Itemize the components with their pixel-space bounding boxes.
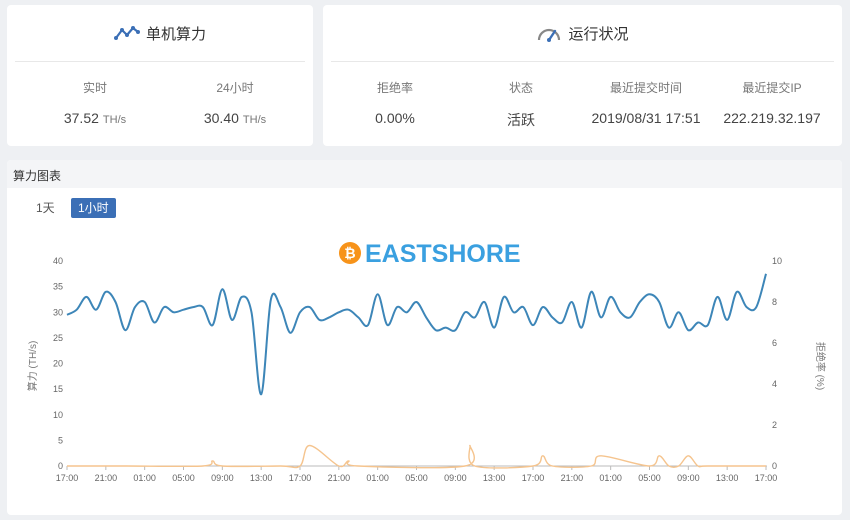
y-tick-label-right: 6 [772,338,777,348]
last-submit-ip-value: 222.219.32.197 [723,110,821,126]
worker-state-label: 状态 [508,81,533,95]
divider [331,61,834,62]
last-submit-time-value: 2019/08/31 17:51 [591,110,701,126]
hashrate-card-title: 单机算力 [145,25,206,43]
watermark: ₿ EASTSHORE [339,240,521,268]
x-tick-label: 09:00 [677,473,700,483]
reject-rate-label: 拒绝率 [376,81,413,95]
realtime-value: 37.52 [63,110,99,126]
24h-label: 24小时 [216,81,254,95]
x-tick-label: 01:00 [599,473,622,483]
last-submit-ip-label: 最近提交IP [742,81,802,95]
reject-rate-stat: 拒绝率 0.00% [345,79,445,126]
x-tick-label: 21:00 [561,473,584,483]
y-tick-label-right: 10 [772,256,782,266]
watermark-text: EASTSHORE [365,240,521,268]
x-tick-label: 13:00 [250,473,273,483]
reject-rate-value: 0.00% [375,110,415,126]
x-tick-label: 09:00 [211,473,234,483]
y-tick-label-left: 30 [53,307,63,317]
y-axis-label-left: 算力 (TH/s) [26,341,39,392]
x-tick-label: 13:00 [716,473,739,483]
worker-state-value: 活跃 [507,112,535,128]
x-tick-label: 01:00 [366,473,389,483]
x-tick-label: 13:00 [483,473,506,483]
x-tick-label: 17:00 [755,473,778,483]
hashrate-chart: ₿ EASTSHORE 算力 (TH/s) 拒绝率 (%) 0510152025… [26,240,827,483]
bitcoin-symbol: ₿ [344,245,355,261]
y-tick-label-right: 2 [772,420,777,430]
24h-unit: TH/s [242,114,267,126]
hashrate-card: 单机算力 实时 37.52 TH/s 24小时 30.40 TH/s [7,5,313,146]
x-tick-label: 21:00 [95,473,118,483]
x-tick-label: 17:00 [289,473,312,483]
y-tick-label-left: 40 [53,256,63,266]
y-tick-label-left: 5 [58,435,63,445]
status-card-header: 运行状况 [323,5,842,61]
y-tick-label-left: 0 [58,461,63,471]
y-tick-label-right: 0 [772,461,777,471]
last-submit-ip-stat: 最近提交IP 222.219.32.197 [716,79,828,126]
x-tick-label: 05:00 [405,473,428,483]
y-tick-label-right: 8 [772,297,777,307]
x-tick-label: 01:00 [133,473,156,483]
24h-value: 30.40 [203,110,239,126]
last-submit-time-label: 最近提交时间 [609,81,682,95]
x-tick-label: 17:00 [522,473,545,483]
24h-stat: 24小时 30.40 TH/s [185,79,285,126]
y-tick-label-right: 4 [772,379,777,389]
y-axis-label-right: 拒绝率 (%) [814,342,827,390]
divider [15,61,305,62]
status-card: 运行状况 拒绝率 0.00% 状态 活跃 最近提交时间 2019/08/31 1… [323,5,842,146]
last-submit-time-stat: 最近提交时间 2019/08/31 17:51 [581,79,711,126]
speedometer-icon [536,24,562,42]
y-tick-label-left: 25 [53,333,63,343]
chart-card: 算力图表 1天 1小时 ₿ EASTSHORE 算力 (TH/s) 拒绝率 (%… [7,160,842,515]
x-tick-label: 05:00 [172,473,195,483]
y-tick-label-left: 15 [53,384,63,394]
hashrate-line [66,273,767,396]
x-tick-label: 05:00 [638,473,661,483]
reject-rate-line [67,444,766,469]
x-tick-label: 09:00 [444,473,467,483]
y-tick-label-left: 35 [53,282,63,292]
realtime-stat: 实时 37.52 TH/s [45,79,145,126]
realtime-label: 实时 [82,81,107,95]
hashrate-card-header: 单机算力 [7,5,313,61]
status-card-title: 运行状况 [568,25,629,43]
realtime-unit: TH/s [102,114,127,126]
x-tick-label: 17:00 [56,473,79,483]
y-tick-label-left: 10 [53,410,63,420]
y-tick-label-left: 20 [53,359,63,369]
x-tick-label: 21:00 [328,473,351,483]
worker-state-stat: 状态 活跃 [471,79,571,130]
trend-line-icon [113,24,140,42]
